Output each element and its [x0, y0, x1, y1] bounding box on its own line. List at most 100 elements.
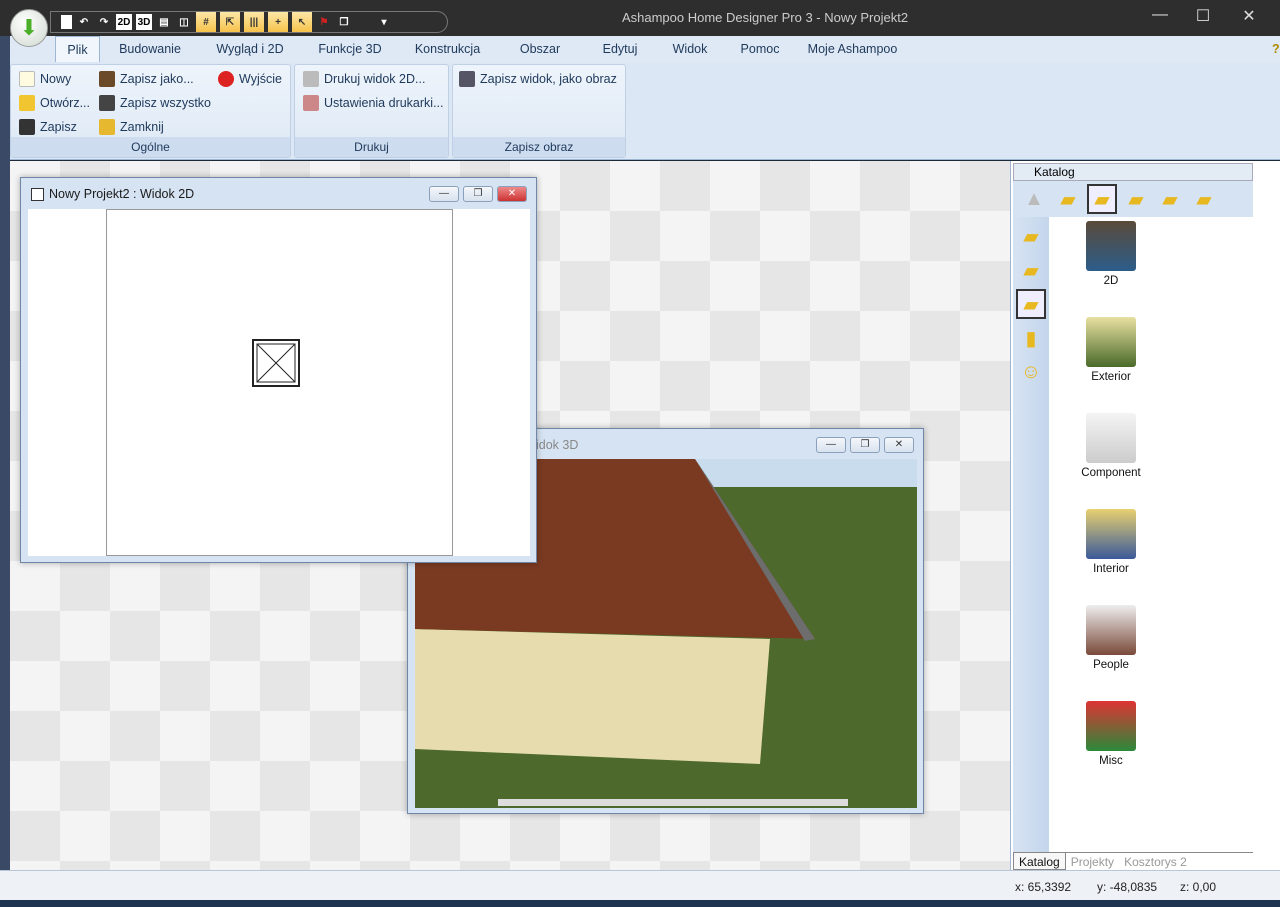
close-folder-icon: [99, 119, 115, 135]
book-icon[interactable]: ▮: [1016, 323, 1046, 353]
group-label: Ogólne: [11, 137, 290, 157]
window-title: idok 3D: [536, 438, 579, 452]
new-button[interactable]: Nowy: [19, 71, 71, 87]
tab-konstrukcja[interactable]: Konstrukcja: [400, 36, 495, 62]
title-bar: Ashampoo Home Designer Pro 3 - Nowy Proj…: [0, 0, 1280, 36]
open-button[interactable]: Otwórz...: [19, 95, 90, 111]
catalog-sidebar: ▰ ▰ ▰ ▮ ☺: [1013, 217, 1049, 852]
close-button[interactable]: ✕: [1234, 6, 1264, 26]
tab-widok[interactable]: Widok: [655, 36, 725, 62]
status-bar: x: 65,3392 y: -48,0835 z: 0,00: [0, 870, 1280, 900]
folder-open-icon: [19, 95, 35, 111]
save-as-button[interactable]: Zapisz jako...: [99, 71, 194, 87]
catalog-item-2d[interactable]: 2D: [1081, 221, 1141, 287]
ribbon-tabs: Plik Budowanie Wygląd i 2D Funkcje 3D Ko…: [0, 36, 1280, 62]
customize-icon[interactable]: ▾: [376, 14, 392, 30]
new-icon: [19, 71, 35, 87]
folder-selected-icon[interactable]: ▰: [1016, 289, 1046, 319]
catalog-toolbar: ▲ ▰ ▰ ▰ ▰ ▰: [1013, 181, 1253, 217]
up-icon[interactable]: ▲: [1019, 184, 1049, 214]
folder-windows-icon[interactable]: ▰: [1053, 184, 1083, 214]
catalog-item-misc[interactable]: Misc: [1081, 701, 1141, 767]
window-icon: [31, 188, 44, 201]
tab-wyglad-2d[interactable]: Wygląd i 2D: [200, 36, 300, 62]
placeholder-object[interactable]: [252, 339, 300, 387]
catalog-item-exterior[interactable]: Exterior: [1081, 317, 1141, 383]
group-zapisz-obraz: Zapisz widok, jako obraz Zapisz obraz: [452, 64, 626, 158]
folder-materials-icon[interactable]: ▰: [1121, 184, 1151, 214]
close-button[interactable]: ✕: [497, 186, 527, 202]
taskbar-edge: [0, 900, 1280, 907]
tab-moje-ashampoo[interactable]: Moje Ashampoo: [795, 36, 910, 62]
snap-icon[interactable]: +: [268, 12, 288, 32]
save-all-button[interactable]: Zapisz wszystko: [99, 95, 211, 111]
group-label: Drukuj: [295, 137, 448, 157]
house-wall: [415, 629, 770, 764]
redo-icon[interactable]: ↷: [96, 14, 112, 30]
maximize-button[interactable]: ☐: [1188, 6, 1218, 26]
view-2d-icon[interactable]: 2D: [116, 14, 132, 30]
close-project-button[interactable]: Zamknij: [99, 119, 164, 135]
2d-canvas[interactable]: [28, 209, 530, 556]
close-button[interactable]: ✕: [884, 437, 914, 453]
minimize-button[interactable]: —: [429, 186, 459, 202]
catalog-item-component[interactable]: Component: [1081, 413, 1141, 479]
split-vertical-icon[interactable]: ◫: [176, 14, 192, 30]
tab-pomoc[interactable]: Pomoc: [725, 36, 795, 62]
thumbnail: [1086, 317, 1136, 367]
folder-globe-icon[interactable]: ▰: [1155, 184, 1185, 214]
minimize-button[interactable]: —: [1145, 6, 1175, 24]
printer-settings-button[interactable]: Ustawienia drukarki...: [303, 95, 444, 111]
tab-obszar[interactable]: Obszar: [495, 36, 585, 62]
flag-icon[interactable]: ⚑: [316, 14, 332, 30]
folder-objects-icon[interactable]: ▰: [1087, 184, 1117, 214]
select-icon[interactable]: ⇱: [220, 12, 240, 32]
thumbnail: [1086, 701, 1136, 751]
copy-icon[interactable]: ❐: [336, 14, 352, 30]
folder-shapes-icon[interactable]: ▰: [1189, 184, 1219, 214]
tab-kosztorys[interactable]: Kosztorys 2: [1119, 853, 1192, 870]
pointer-icon[interactable]: ↖: [292, 12, 312, 32]
tab-budowanie[interactable]: Budowanie: [100, 36, 200, 62]
tab-funkcje-3d[interactable]: Funkcje 3D: [300, 36, 400, 62]
save-view-image-button[interactable]: Zapisz widok, jako obraz: [459, 71, 617, 87]
group-ogolne: Nowy Otwórz... Zapisz Zapisz jako... Zap…: [10, 64, 291, 158]
tab-plik[interactable]: Plik: [55, 36, 100, 62]
split-horizontal-icon[interactable]: ▤: [156, 14, 172, 30]
desktop-edge: [0, 36, 10, 906]
thumbnail: [1086, 413, 1136, 463]
minimize-button[interactable]: —: [816, 437, 846, 453]
save-as-icon: [99, 71, 115, 87]
arrow-down-icon: ⬇: [19, 15, 39, 40]
view-3d-icon[interactable]: 3D: [136, 14, 152, 30]
print-2d-button[interactable]: Drukuj widok 2D...: [303, 71, 425, 87]
new-icon[interactable]: [61, 15, 72, 29]
restore-button[interactable]: ❐: [850, 437, 880, 453]
thumbnail: [1086, 605, 1136, 655]
catalog-tabs: Katalog Projekty Kosztorys 2: [1013, 852, 1253, 870]
help-icon[interactable]: ?: [1272, 36, 1280, 62]
power-icon: [218, 71, 234, 87]
save-image-icon: [459, 71, 475, 87]
quick-access-toolbar: ↶ ↷ 2D 3D ▤ ◫ # ⇱ ||| + ↖ ⚑ ❐ ▾: [50, 11, 448, 33]
tab-projekty[interactable]: Projekty: [1066, 853, 1119, 870]
tab-katalog[interactable]: Katalog: [1013, 853, 1066, 870]
coord-x: x: 65,3392: [1015, 880, 1072, 894]
group-label: Zapisz obraz: [453, 137, 625, 157]
catalog-panel: Katalog ▲ ▰ ▰ ▰ ▰ ▰ ▰ ▰ ▰ ▮ ☺ 2D Exterio…: [1010, 161, 1280, 870]
grid-icon[interactable]: #: [196, 12, 216, 32]
folder-symbols-icon[interactable]: ▰: [1016, 221, 1046, 251]
restore-button[interactable]: ❐: [463, 186, 493, 202]
thumbnail: [1086, 221, 1136, 271]
person-icon[interactable]: ☺: [1016, 357, 1046, 387]
catalog-item-people[interactable]: People: [1081, 605, 1141, 671]
viewport-scrollbar[interactable]: [498, 799, 848, 806]
undo-icon[interactable]: ↶: [76, 14, 92, 30]
exit-button[interactable]: Wyjście: [218, 71, 282, 87]
save-button[interactable]: Zapisz: [19, 119, 77, 135]
application-menu-button[interactable]: ⬇: [10, 9, 48, 47]
columns-icon[interactable]: |||: [244, 12, 264, 32]
folder-icon[interactable]: ▰: [1016, 255, 1046, 285]
tab-edytuj[interactable]: Edytuj: [585, 36, 655, 62]
catalog-item-interior[interactable]: Interior: [1081, 509, 1141, 575]
